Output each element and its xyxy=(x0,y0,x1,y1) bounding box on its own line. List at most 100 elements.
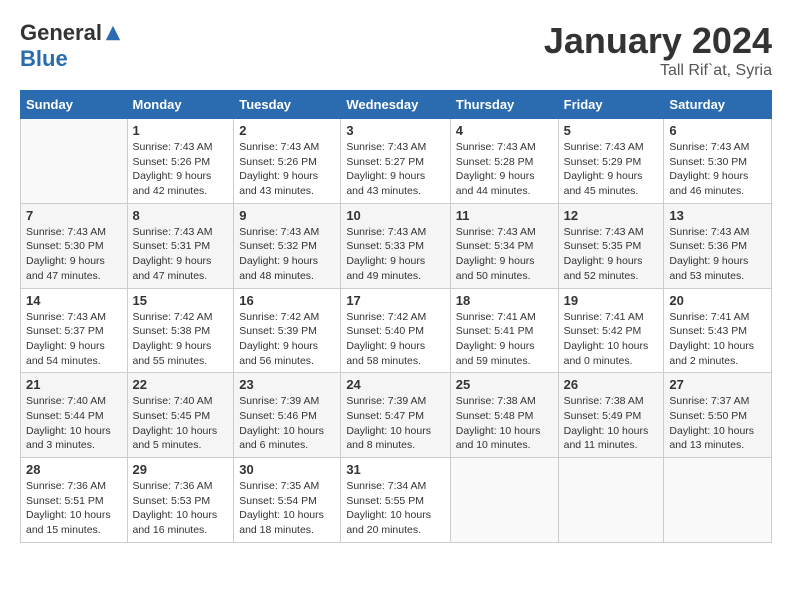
day-cell: 13Sunrise: 7:43 AMSunset: 5:36 PMDayligh… xyxy=(664,203,772,288)
day-number: 16 xyxy=(239,293,335,308)
day-info: Sunrise: 7:43 AMSunset: 5:26 PMDaylight:… xyxy=(133,140,229,199)
week-row-4: 28 Sunrise: 7:36 AMSunset: 5:51 PMDayligh… xyxy=(21,458,772,543)
day-cell: 11 Sunrise: 7:43 AMSunset: 5:34 PMDayligh… xyxy=(450,203,558,288)
page-header: General Blue January 2024 Tall Rif`at, S… xyxy=(20,20,772,80)
day-number: 2 xyxy=(239,123,335,138)
day-cell: 18 Sunrise: 7:41 AMSunset: 5:41 PMDayligh… xyxy=(450,288,558,373)
day-info: Sunrise: 7:43 AMSunset: 5:27 PMDaylight:… xyxy=(346,140,444,199)
day-number: 17 xyxy=(346,293,444,308)
calendar-header-row: SundayMondayTuesdayWednesdayThursdayFrid… xyxy=(21,91,772,119)
day-number: 31 xyxy=(346,462,444,477)
day-cell: 26 Sunrise: 7:38 AMSunset: 5:49 PMDayligh… xyxy=(558,373,664,458)
header-cell-monday: Monday xyxy=(127,91,234,119)
day-number: 19 xyxy=(564,293,659,308)
day-number: 24 xyxy=(346,377,444,392)
day-info: Sunrise: 7:42 AMSunset: 5:39 PMDaylight:… xyxy=(239,310,335,369)
day-cell: 6 Sunrise: 7:43 AMSunset: 5:30 PMDaylight… xyxy=(664,119,772,204)
header-cell-saturday: Saturday xyxy=(664,91,772,119)
day-cell: 24 Sunrise: 7:39 AMSunset: 5:47 PMDayligh… xyxy=(341,373,450,458)
day-cell: 10Sunrise: 7:43 AMSunset: 5:33 PMDayligh… xyxy=(341,203,450,288)
day-number: 14 xyxy=(26,293,122,308)
day-cell: 28 Sunrise: 7:36 AMSunset: 5:51 PMDayligh… xyxy=(21,458,128,543)
title-area: January 2024 Tall Rif`at, Syria xyxy=(544,20,772,80)
day-info: Sunrise: 7:41 AMSunset: 5:41 PMDaylight:… xyxy=(456,310,553,369)
logo: General Blue xyxy=(20,20,122,72)
week-row-3: 21Sunrise: 7:40 AMSunset: 5:44 PMDayligh… xyxy=(21,373,772,458)
day-cell: 2 Sunrise: 7:43 AMSunset: 5:26 PMDaylight… xyxy=(234,119,341,204)
day-number: 22 xyxy=(133,377,229,392)
day-cell: 7Sunrise: 7:43 AMSunset: 5:30 PMDaylight… xyxy=(21,203,128,288)
day-info: Sunrise: 7:39 AMSunset: 5:46 PMDaylight:… xyxy=(239,394,335,453)
day-info: Sunrise: 7:36 AMSunset: 5:51 PMDaylight:… xyxy=(26,479,122,538)
day-number: 18 xyxy=(456,293,553,308)
day-cell: 5 Sunrise: 7:43 AMSunset: 5:29 PMDaylight… xyxy=(558,119,664,204)
day-info: Sunrise: 7:43 AMSunset: 5:26 PMDaylight:… xyxy=(239,140,335,199)
day-info: Sunrise: 7:43 AMSunset: 5:34 PMDaylight:… xyxy=(456,225,553,284)
day-cell xyxy=(21,119,128,204)
day-info: Sunrise: 7:42 AMSunset: 5:40 PMDaylight:… xyxy=(346,310,444,369)
day-info: Sunrise: 7:40 AMSunset: 5:45 PMDaylight:… xyxy=(133,394,229,453)
day-number: 15 xyxy=(133,293,229,308)
day-number: 9 xyxy=(239,208,335,223)
day-cell: 1 Sunrise: 7:43 AMSunset: 5:26 PMDaylight… xyxy=(127,119,234,204)
day-info: Sunrise: 7:40 AMSunset: 5:44 PMDaylight:… xyxy=(26,394,122,453)
day-info: Sunrise: 7:39 AMSunset: 5:47 PMDaylight:… xyxy=(346,394,444,453)
logo-icon xyxy=(104,24,122,42)
day-number: 3 xyxy=(346,123,444,138)
day-cell: 23 Sunrise: 7:39 AMSunset: 5:46 PMDayligh… xyxy=(234,373,341,458)
day-number: 4 xyxy=(456,123,553,138)
day-info: Sunrise: 7:43 AMSunset: 5:28 PMDaylight:… xyxy=(456,140,553,199)
day-info: Sunrise: 7:41 AMSunset: 5:43 PMDaylight:… xyxy=(669,310,766,369)
day-cell xyxy=(450,458,558,543)
day-cell: 15 Sunrise: 7:42 AMSunset: 5:38 PMDayligh… xyxy=(127,288,234,373)
day-info: Sunrise: 7:34 AMSunset: 5:55 PMDaylight:… xyxy=(346,479,444,538)
week-row-2: 14Sunrise: 7:43 AMSunset: 5:37 PMDayligh… xyxy=(21,288,772,373)
logo-blue-text: Blue xyxy=(20,46,68,72)
day-info: Sunrise: 7:37 AMSunset: 5:50 PMDaylight:… xyxy=(669,394,766,453)
week-row-1: 7Sunrise: 7:43 AMSunset: 5:30 PMDaylight… xyxy=(21,203,772,288)
calendar-subtitle: Tall Rif`at, Syria xyxy=(544,62,772,80)
day-number: 11 xyxy=(456,208,553,223)
day-cell: 30 Sunrise: 7:35 AMSunset: 5:54 PMDayligh… xyxy=(234,458,341,543)
day-number: 28 xyxy=(26,462,122,477)
week-row-0: 1 Sunrise: 7:43 AMSunset: 5:26 PMDaylight… xyxy=(21,119,772,204)
day-number: 1 xyxy=(133,123,229,138)
day-cell: 14Sunrise: 7:43 AMSunset: 5:37 PMDayligh… xyxy=(21,288,128,373)
day-cell: 8 Sunrise: 7:43 AMSunset: 5:31 PMDaylight… xyxy=(127,203,234,288)
day-cell: 27 Sunrise: 7:37 AMSunset: 5:50 PMDayligh… xyxy=(664,373,772,458)
day-cell: 4 Sunrise: 7:43 AMSunset: 5:28 PMDaylight… xyxy=(450,119,558,204)
day-cell: 21Sunrise: 7:40 AMSunset: 5:44 PMDayligh… xyxy=(21,373,128,458)
day-info: Sunrise: 7:43 AMSunset: 5:29 PMDaylight:… xyxy=(564,140,659,199)
header-cell-wednesday: Wednesday xyxy=(341,91,450,119)
day-cell: 31 Sunrise: 7:34 AMSunset: 5:55 PMDayligh… xyxy=(341,458,450,543)
day-number: 29 xyxy=(133,462,229,477)
day-number: 30 xyxy=(239,462,335,477)
calendar-title: January 2024 xyxy=(544,20,772,62)
day-info: Sunrise: 7:43 AMSunset: 5:31 PMDaylight:… xyxy=(133,225,229,284)
day-info: Sunrise: 7:43 AMSunset: 5:30 PMDaylight:… xyxy=(669,140,766,199)
day-info: Sunrise: 7:42 AMSunset: 5:38 PMDaylight:… xyxy=(133,310,229,369)
day-number: 26 xyxy=(564,377,659,392)
day-number: 27 xyxy=(669,377,766,392)
day-info: Sunrise: 7:43 AMSunset: 5:32 PMDaylight:… xyxy=(239,225,335,284)
day-info: Sunrise: 7:43 AMSunset: 5:33 PMDaylight:… xyxy=(346,225,444,284)
day-info: Sunrise: 7:41 AMSunset: 5:42 PMDaylight:… xyxy=(564,310,659,369)
day-number: 5 xyxy=(564,123,659,138)
day-info: Sunrise: 7:35 AMSunset: 5:54 PMDaylight:… xyxy=(239,479,335,538)
header-cell-friday: Friday xyxy=(558,91,664,119)
calendar-body: 1 Sunrise: 7:43 AMSunset: 5:26 PMDaylight… xyxy=(21,119,772,543)
day-number: 23 xyxy=(239,377,335,392)
day-number: 7 xyxy=(26,208,122,223)
day-cell: 22 Sunrise: 7:40 AMSunset: 5:45 PMDayligh… xyxy=(127,373,234,458)
day-number: 20 xyxy=(669,293,766,308)
day-info: Sunrise: 7:38 AMSunset: 5:48 PMDaylight:… xyxy=(456,394,553,453)
day-number: 8 xyxy=(133,208,229,223)
day-info: Sunrise: 7:38 AMSunset: 5:49 PMDaylight:… xyxy=(564,394,659,453)
day-info: Sunrise: 7:43 AMSunset: 5:35 PMDaylight:… xyxy=(564,225,659,284)
day-number: 12 xyxy=(564,208,659,223)
day-cell: 17 Sunrise: 7:42 AMSunset: 5:40 PMDayligh… xyxy=(341,288,450,373)
day-cell xyxy=(664,458,772,543)
day-cell: 3 Sunrise: 7:43 AMSunset: 5:27 PMDaylight… xyxy=(341,119,450,204)
day-number: 6 xyxy=(669,123,766,138)
day-info: Sunrise: 7:36 AMSunset: 5:53 PMDaylight:… xyxy=(133,479,229,538)
